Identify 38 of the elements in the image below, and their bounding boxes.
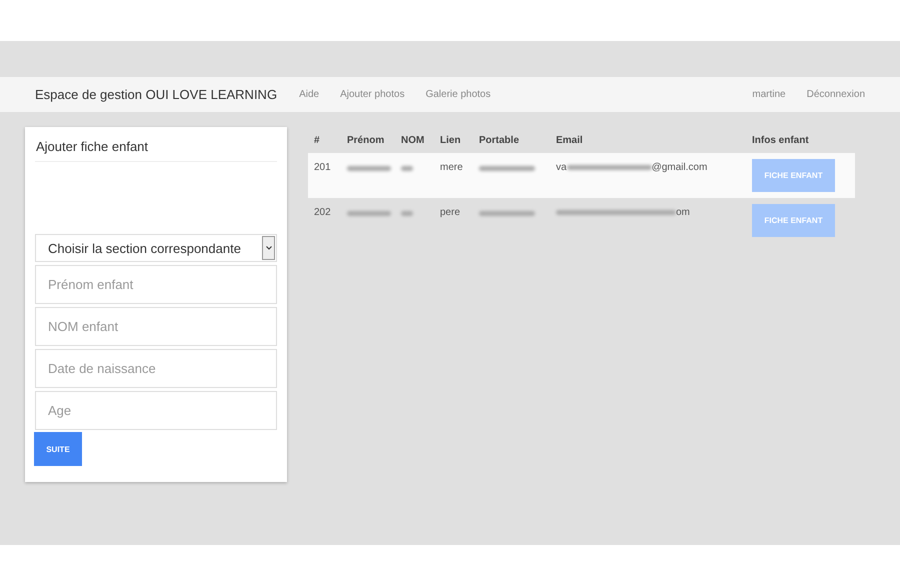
nav-link[interactable]: Ajouter photos [340, 89, 405, 100]
blurred-text [401, 166, 413, 171]
table-cell-text: pere [440, 206, 462, 218]
input-field[interactable]: Prénom enfant [35, 265, 277, 304]
table-cell-text: 201 [314, 161, 332, 173]
column-header: Lien [440, 134, 462, 146]
blurred-text [479, 211, 535, 216]
email-text: @gmail.com [652, 162, 708, 173]
table-row[interactable]: 202 pere om FICHE ENFANT [308, 198, 855, 243]
submit-button[interactable]: SUITE [34, 432, 82, 466]
column-header: Infos enfant [752, 134, 810, 146]
nav-link[interactable]: Aide [299, 89, 320, 100]
column-header: NOM [401, 134, 426, 146]
section-select[interactable]: Choisir la section correspondante [35, 234, 277, 262]
blurred-text [347, 211, 391, 216]
column-header: Portable [479, 134, 520, 146]
input-field[interactable]: Age [35, 391, 277, 430]
column-header: Email [556, 134, 584, 146]
caret-icon [262, 236, 275, 260]
user-name[interactable]: martine [752, 89, 786, 100]
logout-link[interactable]: Déconnexion [806, 89, 865, 100]
card-title: Ajouter fiche enfant [35, 139, 277, 162]
input-field[interactable]: Date de naissance [35, 349, 277, 388]
fiche-button[interactable]: FICHE ENFANT [752, 159, 835, 192]
column-header: Prénom [347, 134, 386, 146]
email-text: om [676, 207, 690, 218]
input-field[interactable]: NOM enfant [35, 307, 277, 346]
fiche-button[interactable]: FICHE ENFANT [752, 204, 835, 237]
table-cell-text: 202 [314, 206, 332, 218]
blurred-text [401, 211, 413, 216]
blurred-text [479, 166, 535, 171]
column-header: # [314, 134, 321, 146]
table-cell-text: mere [440, 161, 464, 173]
nav-link[interactable]: Galerie photos [426, 89, 491, 100]
brand-title[interactable]: Espace de gestion OUI LOVE LEARNING [35, 87, 278, 102]
email-text: va [556, 162, 567, 173]
table-row[interactable]: 201 mere va @gmail.com FICHE ENFANT [308, 153, 855, 198]
blurred-text [347, 166, 391, 171]
